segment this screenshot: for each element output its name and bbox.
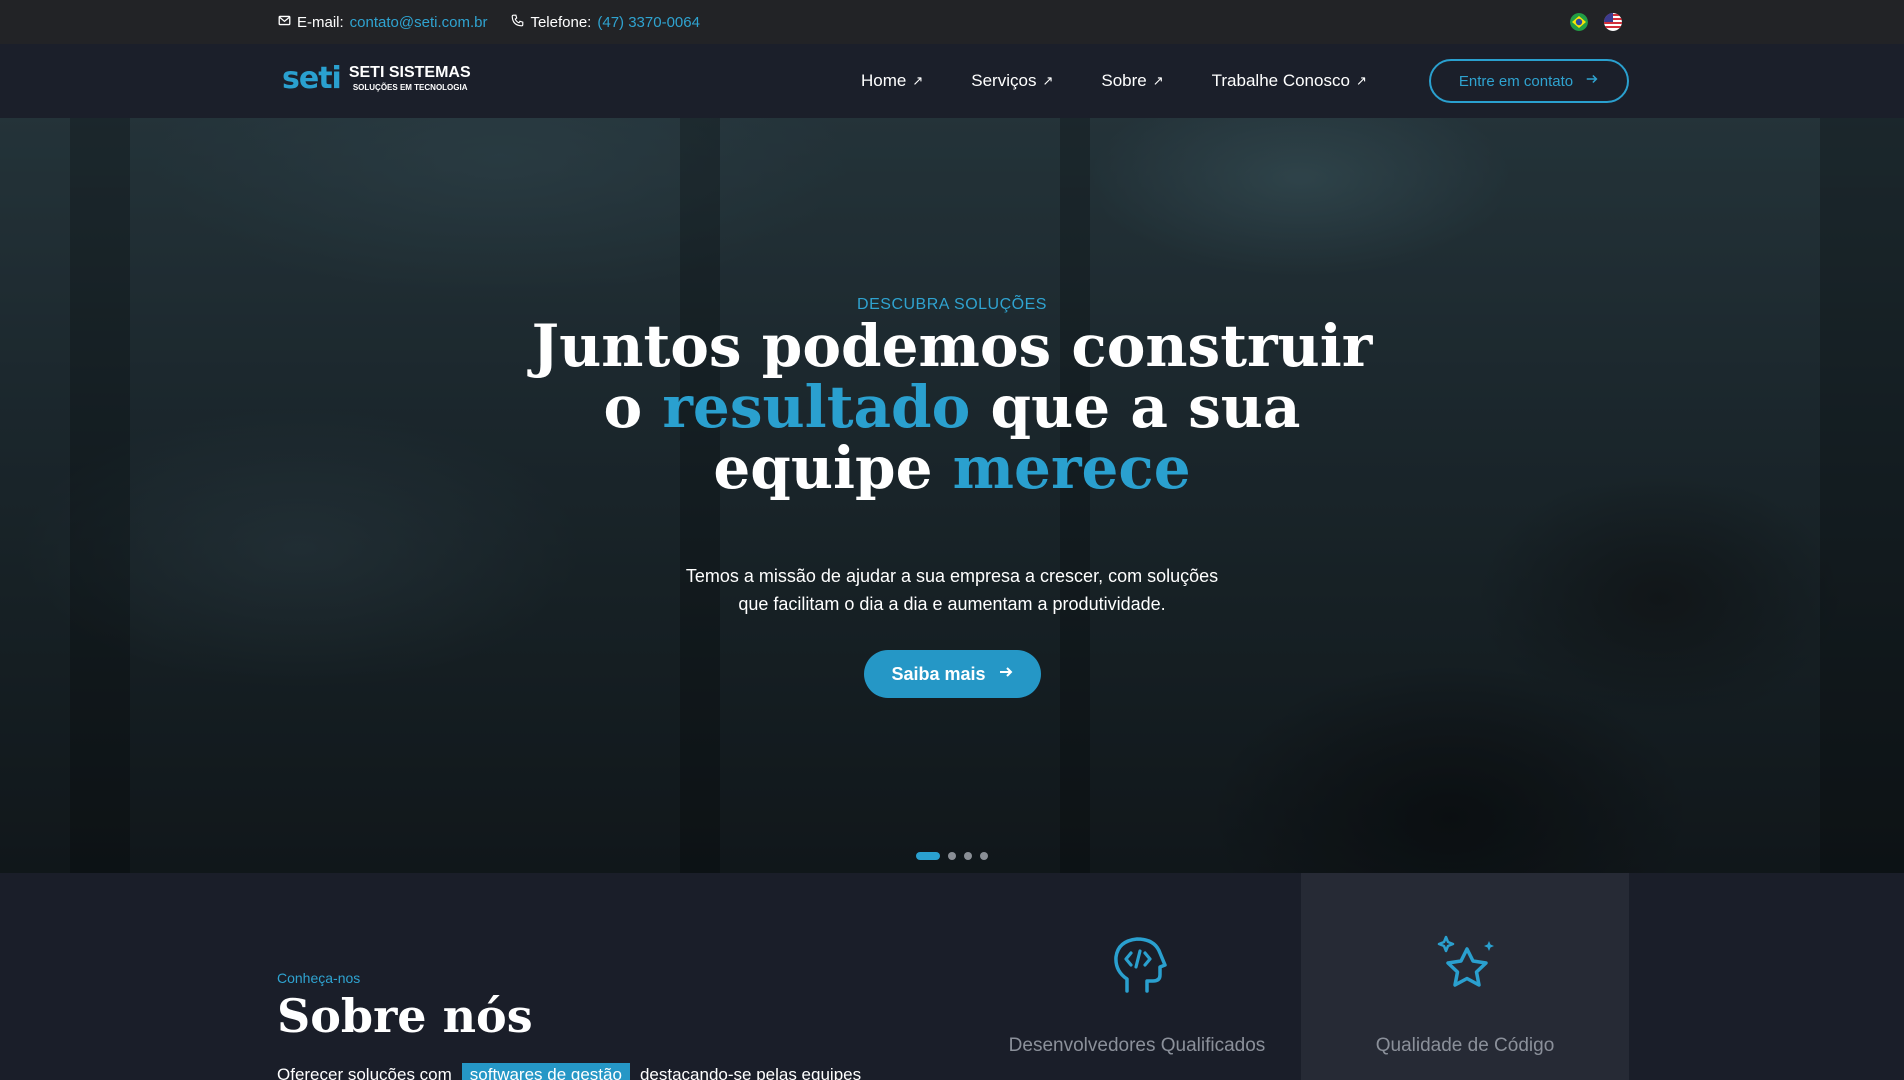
about-title: Sobre nós [277, 989, 533, 1043]
hero-subtitle-line-1: Temos a missão de ajudar a sua empresa a… [685, 566, 1219, 586]
email-link[interactable]: contato@seti.com.br [350, 14, 488, 31]
about-body-highlight: softwares de gestão [461, 1063, 630, 1080]
nav-sobre-label: Sobre [1101, 71, 1147, 90]
contact-cta-label: Entre em contato [1458, 72, 1574, 90]
phone-contact[interactable]: Telefone: (47) 3370-0064 [511, 13, 700, 31]
phone-link[interactable]: (47) 3370-0064 [597, 14, 700, 31]
flag-brazil-icon[interactable] [1570, 13, 1588, 31]
contact-info: E-mail: contato@seti.com.br Telefone: (4… [278, 0, 700, 44]
nav-servicos[interactable]: Serviços ↗ [971, 71, 1053, 91]
saiba-mais-label: Saiba mais [891, 663, 986, 684]
hero-headline: Juntos podemos construir o resultado que… [0, 316, 1904, 499]
nav-sobre[interactable]: Sobre ↗ [1101, 71, 1163, 91]
feature-card-label: Qualidade de Código [1375, 1035, 1555, 1056]
carousel-dot[interactable] [964, 852, 972, 860]
nav-home[interactable]: Home ↗ [861, 71, 923, 91]
email-label: E-mail: [297, 13, 344, 31]
carousel-dot[interactable] [980, 852, 988, 860]
arrow-up-right-icon: ↗ [1355, 73, 1367, 88]
star-sparkle-icon [1435, 933, 1499, 997]
carousel-dot[interactable] [948, 852, 956, 860]
hero-subtitle-line-2: que facilitam o dia a dia e aumentam a p… [738, 594, 1166, 614]
main-navbar: seti SETI SISTEMAS SOLUÇÕES EM TECNOLOGI… [0, 44, 1904, 118]
brand-name: SETI SISTEMAS [348, 64, 471, 81]
hero-subtitle: Temos a missão de ajudar a sua empresa a… [0, 562, 1904, 618]
headline-highlight: resultado [662, 373, 971, 441]
carousel-indicators [916, 852, 988, 860]
flag-usa-icon[interactable] [1604, 13, 1622, 31]
about-body-text: Oferecer soluções com [277, 1065, 452, 1080]
nav-trabalhe-conosco[interactable]: Trabalhe Conosco ↗ [1212, 71, 1367, 91]
brand-logo[interactable]: seti SETI SISTEMAS SOLUÇÕES EM TECNOLOGI… [282, 64, 471, 94]
nav-home-label: Home [861, 71, 907, 90]
about-body: Oferecer soluções com softwares de gestão… [277, 1063, 862, 1080]
brand-tagline: SOLUÇÕES EM TECNOLOGIA [352, 83, 468, 92]
primary-nav: Home ↗ Serviços ↗ Sobre ↗ Trabalhe Conosco ↗ [861, 44, 1415, 118]
phone-label: Telefone: [530, 13, 592, 31]
saiba-mais-button[interactable]: Saiba mais [864, 650, 1041, 698]
about-body-text: destacando-se pelas equipes [639, 1065, 862, 1080]
about-section: Conheça-nos Sobre nós Oferecer soluções … [0, 873, 1904, 1080]
headline-line-3: equipe merece [0, 438, 1904, 499]
nav-trabalhe-label: Trabalhe Conosco [1211, 71, 1350, 90]
headline-line-2: o resultado que a sua [0, 377, 1904, 438]
arrow-right-icon [998, 664, 1014, 685]
arrow-up-right-icon: ↗ [1152, 73, 1164, 88]
feature-card-developers: Desenvolvedores Qualificados [973, 873, 1301, 1080]
hero-section: DESCUBRA SOLUÇÕES Juntos podemos constru… [0, 118, 1904, 873]
carousel-dot[interactable] [916, 852, 940, 860]
contact-cta-button[interactable]: Entre em contato [1429, 59, 1629, 103]
headline-text: que a sua [970, 373, 1301, 441]
phone-icon [511, 14, 524, 31]
headline-line-1: Juntos podemos construir [531, 312, 1373, 380]
mail-icon [278, 14, 291, 31]
headline-text: o [603, 373, 663, 441]
nav-servicos-label: Serviços [971, 71, 1037, 90]
language-switcher [1570, 13, 1622, 31]
about-kicker: Conheça-nos [277, 970, 361, 986]
headline-text: equipe [713, 434, 953, 502]
arrow-right-icon [1585, 72, 1599, 90]
arrow-up-right-icon: ↗ [1042, 73, 1054, 88]
feature-card-label: Desenvolvedores Qualificados [1008, 1035, 1266, 1056]
feature-card-quality: Qualidade de Código [1301, 873, 1629, 1080]
logo-text: SETI SISTEMAS SOLUÇÕES EM TECNOLOGIA [349, 64, 471, 94]
top-contact-bar: E-mail: contato@seti.com.br Telefone: (4… [0, 0, 1904, 44]
headline-highlight: merece [952, 434, 1191, 502]
arrow-up-right-icon: ↗ [912, 73, 924, 88]
email-contact[interactable]: E-mail: contato@seti.com.br [278, 14, 487, 31]
head-code-icon [1107, 933, 1171, 997]
logo-mark: seti [282, 61, 342, 96]
